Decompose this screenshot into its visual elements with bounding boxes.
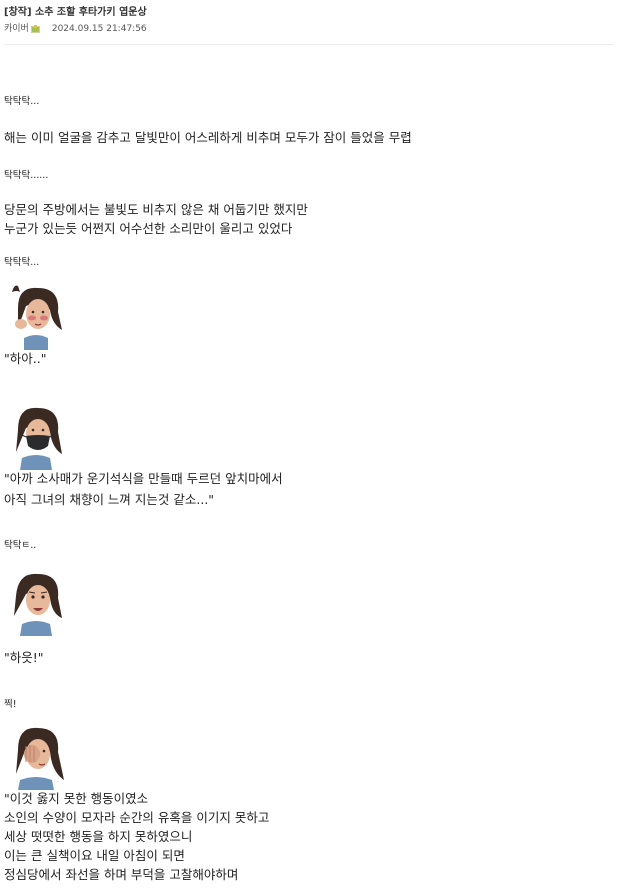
story-line: "하아.."	[4, 351, 47, 366]
story-line: 탁탁탁......	[4, 170, 49, 181]
post-date: 2024.09.15 21:47:56	[51, 24, 147, 34]
story-line: 아직 그녀의 채향이 느껴 지는것 같소..."	[4, 492, 215, 507]
author-name[interactable]: 카이버	[4, 23, 29, 35]
story-line: 탁탁탁...	[4, 96, 40, 107]
masked-portrait-icon	[4, 404, 68, 470]
story-line: 탁탁탁...	[4, 257, 40, 268]
post-meta: 카이버 2024.09.15 21:47:56	[4, 23, 614, 35]
story-line: 해는 이미 얼굴을 감추고 달빛만이 어스레하게 비추며 모두가 잠이 들었을 …	[4, 130, 412, 145]
header-divider	[4, 44, 614, 45]
story-line: 당문의 주방에서는 불빛도 비추지 않은 채 어둡기만 했지만	[4, 202, 308, 217]
startled-portrait-icon	[4, 570, 68, 636]
story-line: 소인의 수양이 모자라 순간의 유혹을 이기지 못하고	[4, 810, 270, 825]
post-header: [창작] 소추 조할 후타가키 엽운상 카이버 2024.09.15 21:47…	[4, 6, 614, 35]
story-line: "이것 옳지 못한 행동이였소	[4, 791, 149, 806]
story-line: 누군가 있는듯 어쩐지 어수선한 소리만이 울리고 있었다	[4, 221, 293, 236]
story-line: 찍!	[4, 699, 17, 710]
story-line: 세상 떳떳한 행동을 하지 못하였으니	[4, 829, 193, 844]
story-line: 이는 큰 실책이요 내일 아침이 되면	[4, 848, 185, 863]
story-line: "하읏!"	[4, 650, 44, 665]
post-title[interactable]: [창작] 소추 조할 후타가키 엽운상	[4, 6, 614, 20]
story-line: "아까 소사매가 운기석식을 만들때 두르던 앞치마에서	[4, 471, 283, 486]
story-line: 탁탁ㅌ..	[4, 540, 37, 551]
story-line: 정심당에서 좌선을 하며 부덕을 고찰해야하며	[4, 867, 239, 882]
covering-face-portrait-icon	[4, 724, 68, 790]
blushing-portrait-icon	[4, 284, 68, 350]
badge-icon	[30, 25, 40, 33]
